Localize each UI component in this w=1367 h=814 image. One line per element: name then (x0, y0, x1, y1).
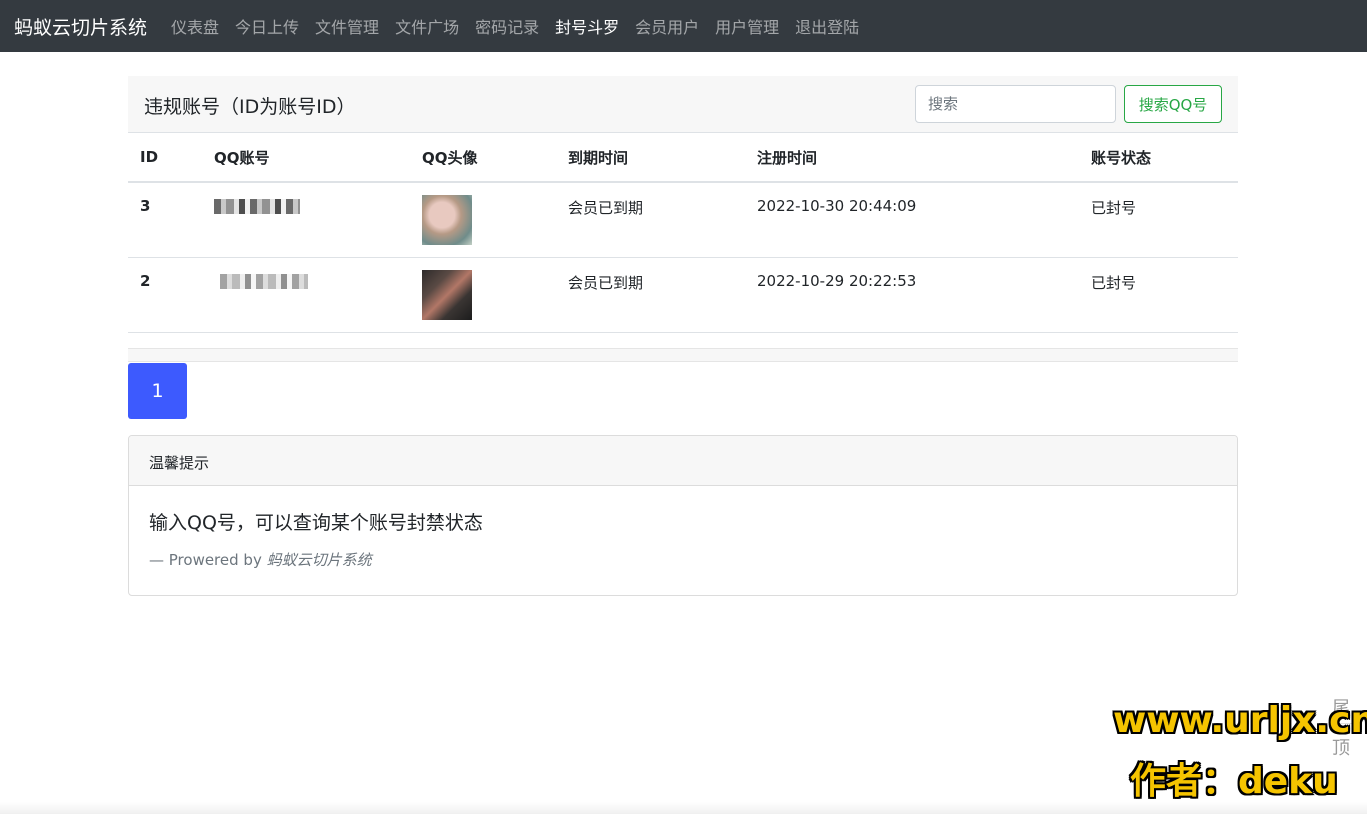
nav-item-banned-accounts[interactable]: 封号斗罗 (555, 14, 619, 38)
nav-item-file-management[interactable]: 文件管理 (315, 14, 379, 38)
redacted-qq-number (220, 273, 308, 289)
watermark-author: 作者：deku (1130, 761, 1338, 802)
table-row: 2 会员已到期 2022-10-29 20:22:53 已封号 (128, 257, 1238, 333)
nav-item-dashboard[interactable]: 仪表盘 (171, 14, 219, 38)
row-register-time: 2022-10-30 20:44:09 (745, 182, 1079, 258)
search-qq-button[interactable]: 搜索QQ号 (1124, 85, 1222, 123)
nav-item-today-upload[interactable]: 今日上传 (235, 14, 299, 38)
tips-text: 输入QQ号，可以查询某个账号封禁状态 (149, 512, 483, 534)
nav-item-user-management[interactable]: 用户管理 (715, 14, 779, 38)
search-input[interactable] (915, 85, 1116, 123)
row-expire-time: 会员已到期 (556, 257, 745, 333)
column-header-account-status: 账号状态 (1079, 133, 1238, 183)
row-register-time: 2022-10-29 20:22:53 (745, 257, 1079, 333)
row-qq-account (202, 257, 410, 333)
brand-logo-text[interactable]: 蚂蚁云切片系统 (14, 13, 147, 40)
panel-header: 违规账号（ID为账号ID） 搜索QQ号 (128, 76, 1238, 133)
tips-footer: — Prowered by 蚂蚁云切片系统 (149, 549, 1217, 570)
row-qq-avatar-cell (410, 257, 556, 333)
footer-brand: 蚂蚁云切片系统 (266, 551, 372, 569)
table-row: 3 会员已到期 2022-10-30 20:44:09 已封号 (128, 182, 1238, 258)
column-header-qq-account: QQ账号 (202, 133, 410, 183)
nav-item-password-records[interactable]: 密码记录 (475, 14, 539, 38)
column-header-register-time: 注册时间 (745, 133, 1079, 183)
tips-card: 温馨提示 输入QQ号，可以查询某个账号封禁状态 — Prowered by 蚂蚁… (128, 435, 1238, 596)
column-header-qq-avatar: QQ头像 (410, 133, 556, 183)
avatar (422, 269, 472, 320)
table-header-row: ID QQ账号 QQ头像 到期时间 注册时间 账号状态 (128, 133, 1238, 183)
row-qq-avatar-cell (410, 182, 556, 258)
bottom-shade (0, 802, 1367, 814)
nav-item-file-square[interactable]: 文件广场 (395, 14, 459, 38)
row-expire-time: 会员已到期 (556, 182, 745, 258)
row-id: 3 (128, 182, 202, 258)
column-header-id: ID (128, 133, 202, 183)
row-status: 已封号 (1079, 257, 1238, 333)
row-qq-account (202, 182, 410, 258)
column-header-expire-time: 到期时间 (556, 133, 745, 183)
panel-title: 违规账号（ID为账号ID） (144, 96, 356, 118)
row-id: 2 (128, 257, 202, 333)
avatar (422, 195, 472, 245)
tips-header: 温馨提示 (129, 436, 1237, 486)
watermark-url: www.urljx.cn (1113, 700, 1367, 741)
pagination-page-1[interactable]: 1 (128, 363, 187, 419)
redacted-qq-number (214, 199, 300, 214)
nav-item-member-users[interactable]: 会员用户 (635, 14, 699, 38)
table-footer-band (128, 348, 1238, 362)
footer-prefix: — Prowered by (149, 551, 267, 569)
top-navbar: 蚂蚁云切片系统 仪表盘 今日上传 文件管理 文件广场 密码记录 封号斗罗 会员用… (0, 0, 1367, 52)
row-status: 已封号 (1079, 182, 1238, 258)
banned-accounts-table: ID QQ账号 QQ头像 到期时间 注册时间 账号状态 3 会员已到期 2022… (128, 133, 1238, 333)
nav-item-logout[interactable]: 退出登陆 (795, 14, 859, 38)
tips-body: 输入QQ号，可以查询某个账号封禁状态 — Prowered by 蚂蚁云切片系统 (129, 486, 1237, 592)
